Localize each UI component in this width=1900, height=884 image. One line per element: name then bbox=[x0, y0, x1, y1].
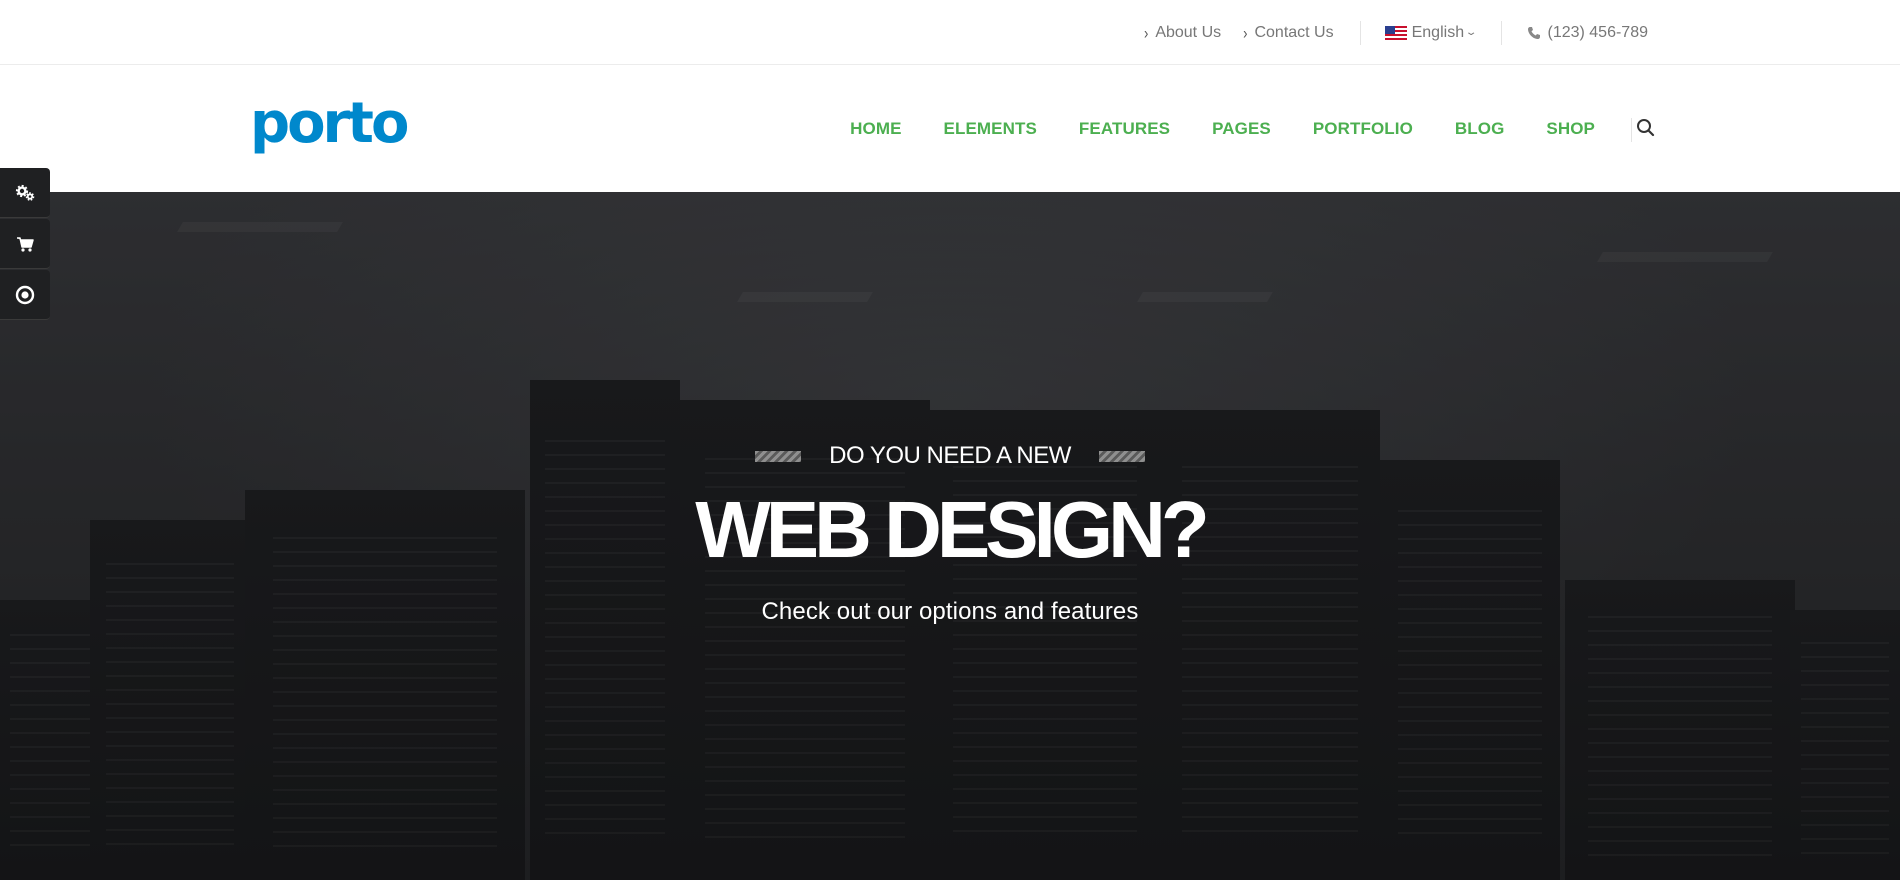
nav-item-home[interactable]: HOME bbox=[850, 119, 901, 139]
decorative-stripe bbox=[1098, 450, 1145, 462]
cart-button[interactable] bbox=[0, 219, 50, 269]
contact-us-label: Contact Us bbox=[1254, 23, 1334, 41]
chevron-right-icon: › bbox=[1143, 22, 1149, 43]
divider bbox=[1359, 20, 1361, 45]
divider bbox=[1631, 118, 1632, 142]
language-selector[interactable]: English ⌄ bbox=[1384, 23, 1478, 42]
chevron-down-icon: ⌄ bbox=[1464, 27, 1478, 38]
decorative-stripe bbox=[755, 450, 802, 462]
nav-item-shop[interactable]: SHOP bbox=[1546, 119, 1595, 139]
phone-icon bbox=[1528, 26, 1541, 39]
hero-tagline: Check out our options and features bbox=[761, 598, 1139, 625]
nav-item-elements[interactable]: ELEMENTS bbox=[944, 119, 1037, 139]
phone-contact: (123) 456-789 bbox=[1526, 24, 1648, 42]
settings-button[interactable] bbox=[0, 168, 50, 218]
main-header: porto HOME ELEMENTS FEATURES PAGES PORTF… bbox=[0, 66, 1900, 192]
hero-headline: WEB DESIGN? bbox=[695, 485, 1209, 574]
main-nav: HOME ELEMENTS FEATURES PAGES PORTFOLIO B… bbox=[808, 66, 1595, 192]
search-icon[interactable] bbox=[1635, 117, 1657, 139]
about-us-link[interactable]: › About Us bbox=[1143, 22, 1222, 43]
gears-icon bbox=[15, 184, 35, 201]
hero-eyebrow: DO YOU NEED A NEW bbox=[0, 442, 1900, 470]
about-us-label: About Us bbox=[1155, 23, 1222, 41]
hero-banner: DO YOU NEED A NEW WEB DESIGN? Check out … bbox=[0, 192, 1900, 880]
top-bar: › About Us › Contact Us English ⌄ (123) … bbox=[0, 0, 1900, 65]
divider bbox=[1501, 20, 1503, 45]
top-bar-links: › About Us › Contact Us English ⌄ (123) … bbox=[1122, 0, 1648, 65]
nav-item-blog[interactable]: BLOG bbox=[1455, 119, 1505, 139]
contact-us-link[interactable]: › Contact Us bbox=[1243, 22, 1334, 43]
chevron-right-icon: › bbox=[1243, 22, 1248, 43]
nav-item-pages[interactable]: PAGES bbox=[1212, 119, 1271, 139]
side-widget bbox=[0, 168, 50, 321]
nav-item-portfolio[interactable]: PORTFOLIO bbox=[1313, 119, 1413, 139]
target-icon bbox=[15, 285, 35, 304]
target-button[interactable] bbox=[0, 270, 50, 320]
phone-number: (123) 456-789 bbox=[1547, 23, 1648, 41]
us-flag-icon bbox=[1384, 25, 1407, 40]
cart-icon bbox=[17, 236, 34, 252]
nav-item-features[interactable]: FEATURES bbox=[1079, 119, 1170, 139]
hero-content: DO YOU NEED A NEW WEB DESIGN? Check out … bbox=[0, 442, 1900, 626]
hero-eyebrow-text: DO YOU NEED A NEW bbox=[829, 442, 1071, 469]
language-label: English bbox=[1411, 23, 1465, 41]
porto-logo[interactable]: porto bbox=[250, 96, 409, 152]
